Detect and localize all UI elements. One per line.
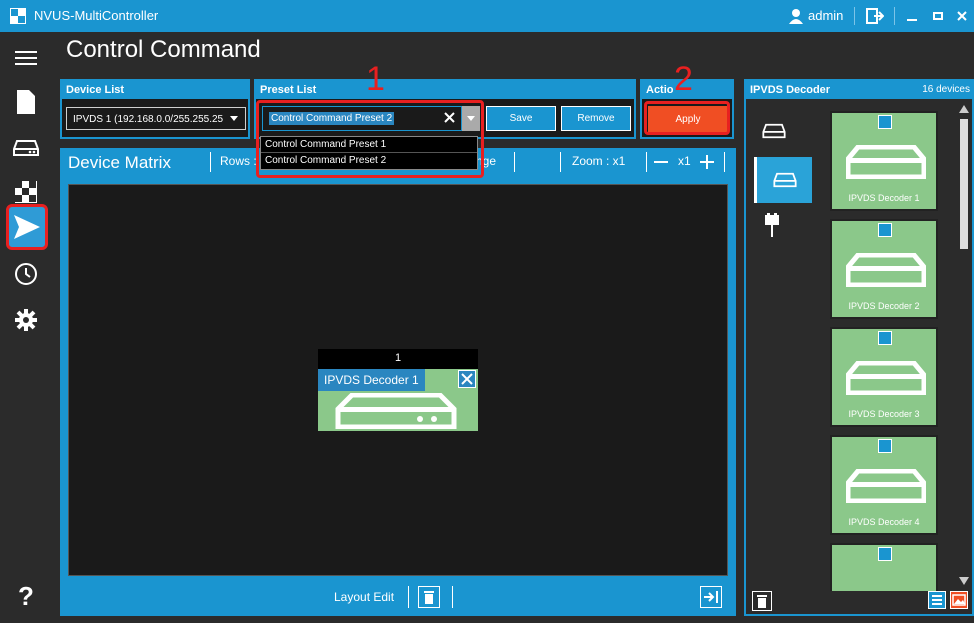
decoder-icon	[846, 253, 926, 287]
device-select[interactable]: IPVDS 1 (192.168.0.0/255.255.25	[66, 107, 246, 130]
trash-icon	[757, 595, 767, 608]
maximize-icon[interactable]	[932, 10, 944, 22]
minimize-icon[interactable]	[906, 10, 918, 22]
decoder-scrollbar[interactable]	[959, 105, 969, 585]
divider	[646, 152, 647, 172]
divider	[210, 152, 211, 172]
settings-icon[interactable]	[878, 331, 892, 345]
user-name[interactable]: admin	[808, 8, 843, 23]
decoder-card-label: IPVDS Decoder 1	[848, 193, 920, 203]
decoder-icon	[846, 361, 926, 395]
decoder-card[interactable]: IPVDS Decoder 3	[830, 327, 938, 427]
divider	[724, 152, 725, 172]
callout-number-1: 1	[366, 60, 385, 98]
menu-icon[interactable]	[6, 38, 46, 78]
decoder-card[interactable]: IPVDS Decoder 2	[830, 219, 938, 319]
device-matrix-canvas: 1 IPVDS Decoder 1	[68, 184, 728, 576]
decoder-icon[interactable]	[6, 128, 46, 168]
decoder-card-label: IPVDS Decoder 4	[848, 517, 920, 527]
title-bar: NVUS-MultiController admin	[0, 0, 974, 32]
device-matrix-frame: 1 IPVDS Decoder 1 Layout Edit	[60, 176, 736, 616]
decoder-card[interactable]	[830, 543, 938, 591]
decoder-card[interactable]: IPVDS Decoder 1	[830, 111, 938, 211]
scroll-up-icon[interactable]	[959, 105, 969, 113]
rows-label: Rows :	[220, 154, 257, 168]
zoom-out-icon[interactable]	[654, 161, 668, 163]
gear-icon[interactable]	[6, 300, 46, 340]
window-title: NVUS-MultiController	[34, 8, 159, 23]
decoder-card[interactable]: IPVDS Decoder 4	[830, 435, 938, 535]
settings-icon[interactable]	[878, 547, 892, 561]
matrix-cell[interactable]: IPVDS Decoder 1	[318, 369, 478, 431]
delete-decoder-button[interactable]	[752, 591, 772, 611]
remove-preset-button[interactable]: Remove	[561, 106, 631, 131]
scroll-down-icon[interactable]	[959, 577, 969, 585]
matrix-cell-index: 1	[318, 349, 478, 369]
decoder-panel-title: IPVDS Decoder	[750, 84, 831, 96]
send-command-icon[interactable]	[6, 204, 48, 250]
decoder-icon	[846, 469, 926, 503]
device-list-panel: IPVDS 1 (192.168.0.0/255.255.25	[60, 99, 250, 139]
decoder-list: IPVDS Decoder 1 IPVDS Decoder 2 IPVDS De…	[826, 107, 958, 591]
image-view-icon[interactable]	[950, 591, 968, 609]
decoder-icon	[334, 393, 458, 429]
divider	[408, 586, 409, 608]
decoder-filter-selected[interactable]	[754, 157, 812, 203]
divider	[560, 152, 561, 172]
decoder-panel: IPVDS Decoder 1 IPVDS Decoder 2 IPVDS De…	[744, 99, 974, 616]
device-matrix-title: Device Matrix	[68, 153, 171, 172]
divider	[452, 586, 453, 608]
page-title: Control Command	[66, 36, 261, 63]
callout-highlight-1	[256, 100, 484, 178]
collapse-panel-button[interactable]	[700, 586, 722, 608]
device-select-value: IPVDS 1 (192.168.0.0/255.255.25	[73, 114, 224, 125]
callout-highlight-2	[644, 101, 730, 135]
trash-icon	[424, 591, 434, 604]
save-preset-button[interactable]: Save	[486, 106, 556, 131]
user-icon	[788, 8, 804, 24]
logout-icon[interactable]	[866, 7, 884, 25]
layout-edit-label: Layout Edit	[334, 590, 395, 604]
divider	[854, 7, 855, 25]
app-logo-icon	[10, 8, 26, 24]
callout-number-2: 2	[674, 60, 693, 98]
scrollbar-thumb[interactable]	[960, 119, 968, 249]
list-view-icon[interactable]	[928, 591, 946, 609]
arrow-right-bar-icon	[704, 591, 718, 603]
chevron-down-icon[interactable]	[230, 116, 238, 121]
zoom-in-icon[interactable]	[700, 155, 714, 169]
decoder-card-label: IPVDS Decoder 3	[848, 409, 920, 419]
divider	[894, 7, 895, 25]
decoder-icon	[772, 172, 797, 188]
zoom-label: Zoom : x1	[572, 154, 626, 168]
left-nav-rail: ?	[0, 32, 52, 623]
matrix-cell-decoder-label: IPVDS Decoder 1	[318, 369, 425, 391]
decoder-filter-all[interactable]	[754, 113, 794, 149]
decoder-icon	[846, 145, 926, 179]
document-icon[interactable]	[6, 82, 46, 122]
delete-layout-button[interactable]	[418, 586, 440, 608]
settings-icon[interactable]	[878, 439, 892, 453]
help-icon[interactable]: ?	[6, 576, 46, 616]
clock-icon[interactable]	[6, 254, 46, 294]
preset-list-header: Preset List	[254, 79, 636, 99]
divider	[514, 152, 515, 172]
plug-icon[interactable]	[764, 213, 780, 237]
settings-icon[interactable]	[878, 223, 892, 237]
decoder-icon	[762, 123, 786, 139]
zoom-value: x1	[678, 154, 691, 168]
decoder-count: 16 devices	[922, 84, 970, 95]
decoder-card-label: IPVDS Decoder 2	[848, 301, 920, 311]
decoder-panel-header: IPVDS Decoder 16 devices	[744, 79, 974, 99]
close-icon[interactable]	[956, 10, 968, 22]
device-list-header: Device List	[60, 79, 250, 99]
close-icon[interactable]	[458, 370, 476, 388]
settings-icon[interactable]	[878, 115, 892, 129]
